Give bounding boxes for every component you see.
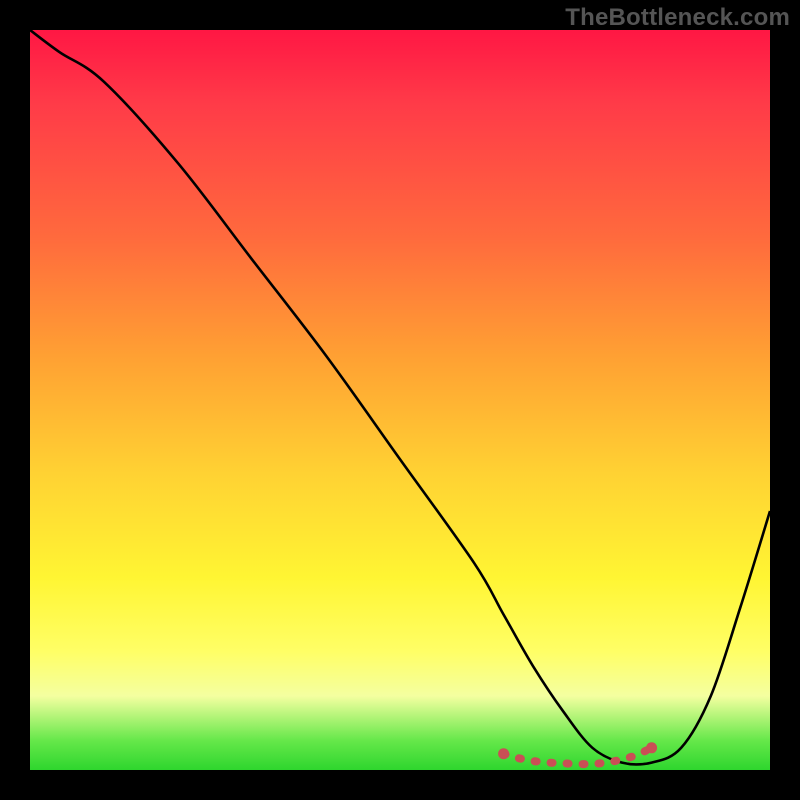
bottleneck-curve-path bbox=[30, 30, 770, 764]
plot-area bbox=[30, 30, 770, 770]
watermark-text: TheBottleneck.com bbox=[565, 4, 790, 32]
optimal-range-start-dot bbox=[498, 748, 509, 759]
optimal-range-dash bbox=[504, 748, 652, 764]
chart-frame: TheBottleneck.com bbox=[0, 0, 800, 800]
curve-overlay bbox=[30, 30, 770, 770]
optimal-range-end-dot bbox=[646, 742, 657, 753]
optimal-range-markers bbox=[498, 742, 657, 764]
